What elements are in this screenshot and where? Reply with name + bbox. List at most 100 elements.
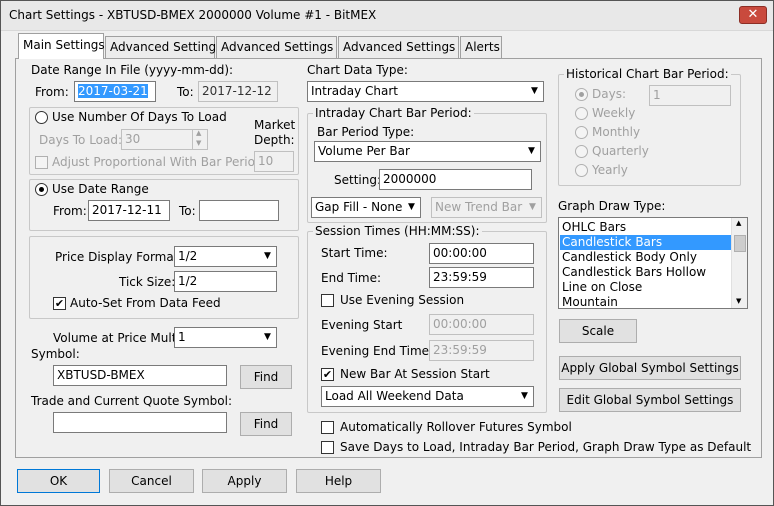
apply-button[interactable]: Apply	[202, 469, 287, 493]
trade-symbol-label: Trade and Current Quote Symbol:	[31, 394, 232, 408]
evening-end-label: Evening End Time:	[321, 344, 434, 358]
range-from-label: From:	[53, 204, 87, 218]
historical-group-label: Historical Chart Bar Period:	[564, 67, 731, 81]
bar-period-type-dropdown[interactable]: Volume Per Bar ▼	[314, 141, 541, 162]
list-scrollbar[interactable]: ▲ ▼	[731, 218, 747, 308]
historical-monthly-label: Monthly	[592, 125, 641, 139]
edit-global-symbol-settings-button[interactable]: Edit Global Symbol Settings	[559, 388, 741, 412]
historical-quarterly-radio	[575, 145, 588, 158]
range-from-field[interactable]: 2017-12-11	[88, 200, 170, 221]
adjust-proportional-checkbox	[35, 156, 48, 169]
historical-yearly-radio	[575, 164, 588, 177]
scrollbar-thumb[interactable]	[734, 235, 746, 252]
list-item[interactable]: OHLC Bars	[560, 220, 731, 235]
window-title: Chart Settings - XBTUSD-BMEX 2000000 Vol…	[9, 8, 377, 22]
volume-at-price-label: Volume at Price Mult.:	[53, 331, 185, 345]
gap-fill-dropdown[interactable]: Gap Fill - None ▼	[311, 197, 421, 218]
historical-weekly-radio	[575, 107, 588, 120]
cancel-button[interactable]: Cancel	[109, 469, 194, 493]
spin-down-icon: ▼	[196, 139, 202, 147]
symbol-find-button[interactable]: Find	[240, 365, 292, 389]
chevron-down-icon: ▼	[529, 202, 536, 212]
auto-set-checkbox[interactable]: ✔	[53, 297, 66, 310]
setting-field[interactable]: 2000000	[379, 169, 532, 190]
chevron-down-icon: ▼	[264, 332, 271, 342]
range-to-label: To:	[179, 204, 196, 218]
bar-period-type-label: Bar Period Type:	[317, 125, 415, 139]
new-bar-session-checkbox[interactable]: ✔	[321, 368, 334, 381]
tick-size-field[interactable]: 1/2	[174, 271, 277, 292]
help-button[interactable]: Help	[296, 469, 381, 493]
volume-at-price-dropdown[interactable]: 1 ▼	[174, 327, 277, 348]
symbol-field[interactable]: XBTUSD-BMEX	[53, 365, 227, 386]
historical-yearly-label: Yearly	[592, 163, 628, 177]
list-item[interactable]: Candlestick Bars Hollow	[560, 265, 731, 280]
from-label: From:	[35, 85, 69, 99]
chevron-down-icon: ▼	[528, 146, 535, 156]
market-depth-label: Market Depth:	[254, 118, 296, 147]
chart-data-type-label: Chart Data Type:	[307, 63, 408, 77]
price-display-format-label: Price Display Format:	[55, 250, 183, 264]
list-item[interactable]: Line on Close	[560, 280, 731, 295]
scroll-down-icon[interactable]: ▼	[736, 297, 741, 305]
price-display-format-dropdown[interactable]: 1/2 ▼	[174, 246, 277, 267]
chevron-down-icon: ▼	[408, 202, 415, 212]
use-date-range-radio[interactable]	[35, 183, 48, 196]
historical-weekly-label: Weekly	[592, 106, 636, 120]
tick-size-label: Tick Size:	[119, 275, 176, 289]
tab-advanced-settings[interactable]: Advanced Settings	[105, 36, 222, 58]
start-time-field[interactable]: 00:00:00	[429, 243, 534, 264]
evening-end-field: 23:59:59	[429, 340, 534, 361]
historical-monthly-radio	[575, 126, 588, 139]
apply-global-symbol-settings-button[interactable]: Apply Global Symbol Settings	[559, 356, 741, 380]
rollover-label: Automatically Rollover Futures Symbol	[340, 420, 572, 434]
end-time-field[interactable]: 23:59:59	[429, 267, 534, 288]
new-bar-session-label: New Bar At Session Start	[340, 367, 490, 381]
spin-up-icon: ▲	[196, 129, 202, 137]
evening-start-field: 00:00:00	[429, 314, 534, 335]
historical-days-field: 1	[649, 85, 731, 106]
to-label: To:	[177, 85, 194, 99]
tab-advanced-settings-3[interactable]: Advanced Settings 3	[338, 36, 467, 58]
ok-button[interactable]: OK	[17, 469, 100, 493]
symbol-label: Symbol:	[31, 347, 80, 361]
intraday-group-label: Intraday Chart Bar Period:	[313, 106, 474, 120]
list-item[interactable]: Mountain	[560, 295, 731, 310]
list-item-selected[interactable]: Candlestick Bars	[560, 235, 731, 250]
historical-days-label: Days:	[592, 87, 626, 101]
use-date-range-label: Use Date Range	[52, 182, 149, 196]
tab-main-settings[interactable]: Main Settings	[18, 33, 105, 59]
weekend-data-dropdown[interactable]: Load All Weekend Data ▼	[321, 386, 534, 407]
rollover-checkbox[interactable]	[321, 421, 334, 434]
range-to-field[interactable]	[199, 200, 279, 221]
use-days-label: Use Number Of Days To Load	[52, 110, 227, 124]
trade-symbol-field[interactable]	[53, 412, 227, 433]
file-to-field: 2017-12-12	[198, 81, 278, 102]
setting-label: Setting:	[334, 173, 382, 187]
chart-data-type-dropdown[interactable]: Intraday Chart ▼	[307, 81, 544, 102]
chart-settings-dialog: Chart Settings - XBTUSD-BMEX 2000000 Vol…	[0, 0, 774, 506]
file-from-field[interactable]: 2017-03-21	[74, 81, 156, 102]
new-trend-bar-dropdown: New Trend Bar W ▼	[431, 197, 542, 218]
save-default-checkbox[interactable]	[321, 441, 334, 454]
use-evening-session-checkbox[interactable]	[321, 294, 334, 307]
tab-alerts[interactable]: Alerts	[460, 36, 502, 58]
evening-start-label: Evening Start	[321, 318, 403, 332]
adjust-proportional-label: Adjust Proportional With Bar Period	[52, 155, 263, 169]
close-button[interactable]: ✕	[739, 6, 767, 24]
days-to-load-label: Days To Load:	[39, 133, 123, 147]
auto-set-label: Auto-Set From Data Feed	[70, 296, 221, 310]
days-spinner: ▲ ▼	[192, 129, 206, 149]
scale-button[interactable]: Scale	[559, 319, 637, 343]
tab-advanced-settings-2[interactable]: Advanced Settings 2	[216, 36, 345, 58]
scroll-up-icon[interactable]: ▲	[736, 219, 741, 227]
graph-draw-type-list[interactable]: OHLC Bars Candlestick Bars Candlestick B…	[558, 217, 748, 309]
list-item[interactable]: Candlestick Body Only	[560, 250, 731, 265]
historical-quarterly-label: Quarterly	[592, 144, 649, 158]
use-days-radio[interactable]	[35, 111, 48, 124]
trade-symbol-find-button[interactable]: Find	[240, 412, 292, 436]
chevron-down-icon: ▼	[521, 391, 528, 401]
session-group-label: Session Times (HH:MM:SS):	[313, 224, 482, 238]
chevron-down-icon: ▼	[531, 86, 538, 96]
title-bar[interactable]: Chart Settings - XBTUSD-BMEX 2000000 Vol…	[1, 1, 773, 31]
